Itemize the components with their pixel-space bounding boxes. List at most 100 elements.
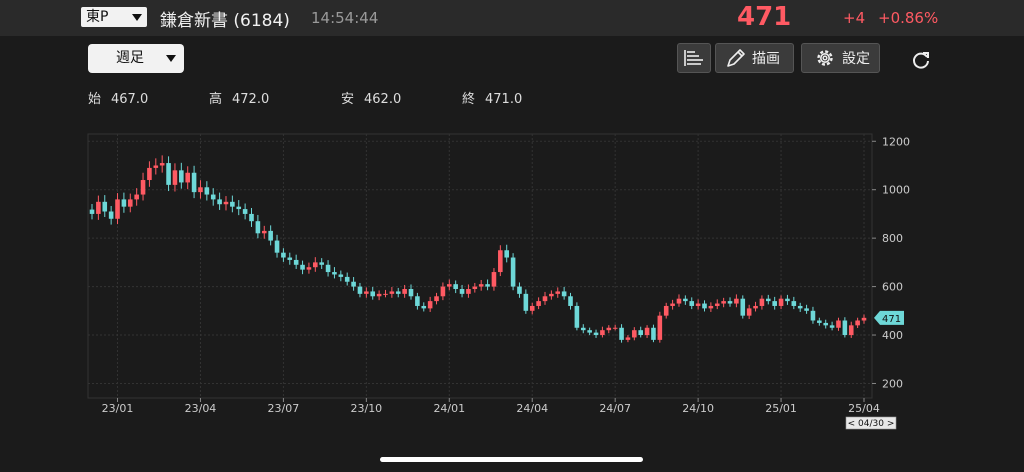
candle-body	[230, 201, 235, 207]
candle-body	[210, 194, 216, 200]
candle-body	[249, 213, 254, 222]
candle-body	[453, 284, 458, 290]
candle-body	[574, 305, 580, 328]
x-tick-label: 23/01	[102, 402, 134, 415]
candle-body	[319, 262, 324, 265]
candle-body	[542, 296, 548, 302]
candle-body	[651, 327, 656, 340]
candle-body	[185, 172, 190, 183]
candle-body	[89, 209, 95, 214]
x-tick-label: 25/04	[848, 402, 880, 415]
candle-body	[204, 187, 210, 195]
candle-body	[714, 303, 720, 306]
x-tick-label: 24/10	[682, 402, 714, 415]
candle-body	[376, 293, 382, 297]
candle-body	[625, 337, 631, 340]
candle-body	[632, 330, 637, 338]
candle-body	[134, 194, 139, 200]
candle-body	[395, 291, 401, 294]
candle-body	[593, 332, 599, 336]
date-cursor-label: < 04/30 >	[848, 419, 895, 429]
candle-body	[612, 327, 618, 329]
candle-body	[561, 291, 567, 297]
candle-body	[485, 284, 490, 287]
candle-body	[159, 163, 165, 166]
candle-body	[127, 199, 133, 207]
candle-body	[370, 291, 376, 297]
candle-body	[306, 267, 312, 270]
y-tick-label: 200	[882, 377, 903, 390]
candle-body	[313, 262, 318, 268]
x-tick-label: 24/07	[599, 402, 631, 415]
candle-body	[797, 305, 803, 309]
home-indicator	[380, 457, 643, 462]
candle-body	[281, 252, 286, 258]
candle-body	[102, 201, 108, 212]
candle-body	[823, 322, 829, 326]
candle-body	[580, 327, 586, 331]
x-tick-label: 25/01	[765, 402, 797, 415]
candle-body	[753, 305, 758, 309]
candle-body	[683, 298, 688, 302]
candle-body	[434, 296, 439, 302]
y-tick-label: 1200	[882, 135, 910, 148]
candle-body	[268, 230, 273, 241]
candlestick-chart[interactable]: 200 400 600 800 1000 1200 23/01 23/04 23/07 23/10…	[0, 0, 1024, 440]
candle-body	[459, 289, 465, 294]
candle-body	[293, 259, 299, 265]
candle-body	[415, 296, 420, 306]
price-tag-label: 471	[882, 314, 901, 325]
candle-body	[217, 199, 222, 205]
candle-body	[364, 291, 369, 294]
candle-body	[466, 289, 471, 294]
candle-body	[504, 250, 510, 258]
y-tick-label: 400	[882, 329, 903, 342]
plot-area	[87, 133, 873, 399]
candle-body	[817, 320, 822, 323]
candle-body	[166, 163, 171, 185]
candle-body	[383, 293, 388, 295]
candle-body	[255, 221, 261, 234]
candle-body	[300, 264, 305, 270]
candle-body	[179, 170, 184, 183]
candle-body	[804, 308, 809, 311]
candle-body	[721, 301, 726, 304]
candle-body	[587, 330, 592, 333]
candle-body	[568, 296, 573, 306]
candle-body	[325, 264, 331, 273]
candle-body	[689, 301, 695, 306]
candle-body	[472, 286, 478, 290]
candle-body	[223, 201, 229, 205]
candle-body	[287, 257, 293, 260]
candle-body	[785, 298, 790, 302]
candle-body	[746, 308, 752, 316]
candle-body	[791, 301, 797, 306]
candle-body	[606, 327, 612, 331]
candle-body	[517, 286, 522, 294]
candle-body	[644, 327, 650, 336]
candle-body	[140, 180, 146, 195]
candle-body	[766, 298, 771, 302]
candle-body	[778, 298, 784, 306]
candle-body	[536, 301, 541, 306]
candle-body	[657, 315, 663, 340]
candle-body	[408, 289, 414, 297]
candle-body	[389, 291, 395, 294]
candle-body	[344, 276, 350, 282]
candle-body	[510, 257, 516, 287]
y-tick-label: 800	[882, 232, 903, 245]
candle-body	[96, 201, 101, 214]
candle-body	[121, 199, 127, 207]
candle-body	[855, 320, 860, 326]
x-tick-label: 23/07	[268, 402, 300, 415]
candle-body	[115, 199, 120, 219]
candle-body	[153, 165, 159, 168]
x-tick-label: 23/10	[350, 402, 382, 415]
candle-body	[529, 305, 535, 311]
candle-body	[523, 293, 529, 311]
candle-body	[676, 298, 682, 304]
current-price-tag: 471	[874, 310, 904, 325]
candle-body	[829, 325, 835, 328]
candle-body	[810, 310, 816, 321]
candle-body	[357, 286, 363, 294]
